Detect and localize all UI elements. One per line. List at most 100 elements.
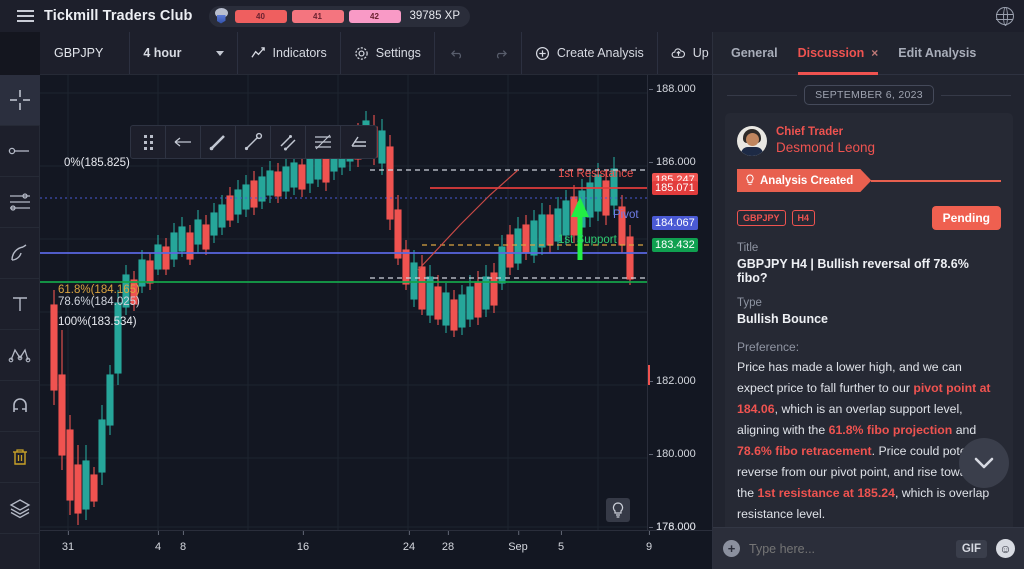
gif-button[interactable]: GIF [955, 539, 987, 558]
tab-edit-analysis[interactable]: Edit Analysis [898, 32, 976, 75]
indicator-line-icon [250, 46, 265, 58]
time-tick: 5 [557, 531, 565, 553]
title-field-label: Title [737, 242, 759, 254]
upload-label: Up [692, 46, 709, 60]
sidebar-item-remove-drawings-tool[interactable] [0, 432, 40, 483]
timeframe-label: 4 hour [143, 46, 182, 60]
bulb-glyph [612, 502, 624, 518]
sidebar-item-layers-tool[interactable] [0, 483, 40, 534]
time-tick: 24 [402, 531, 416, 553]
xp-progress-widget[interactable]: 40 41 42 39785 XP [208, 5, 471, 27]
tab-discussion[interactable]: Discussion × [797, 32, 878, 75]
parallel-lines-icon [280, 135, 296, 151]
level-badge-41: 41 [291, 9, 344, 23]
sidebar-item-crosshair-tool[interactable]: ❯ [0, 75, 50, 126]
undo-icon [450, 49, 462, 59]
close-icon[interactable]: × [871, 46, 878, 60]
price-tick: 182.000 [649, 375, 696, 387]
pivot-label: Pivot [613, 209, 639, 221]
support-price-badge: 183.432 [652, 238, 698, 252]
preference-label: Preference: [737, 340, 800, 354]
sidebar-item-text-tool[interactable] [0, 279, 40, 330]
horizontal-lines-icon [10, 193, 30, 211]
arrow-left-tool[interactable] [166, 126, 201, 158]
sidebar-item-trend-line-tool[interactable] [0, 126, 40, 177]
message-input[interactable] [749, 541, 947, 556]
add-attachment-button[interactable]: + [723, 540, 740, 557]
time-tick: 4 [154, 531, 162, 553]
undo-button[interactable] [435, 32, 480, 74]
highlighted-level: 1st resistance at 185.24 [757, 486, 895, 500]
sidebar-item-brush-tool[interactable] [0, 228, 40, 279]
tab-general-label: General [731, 46, 778, 60]
chevron-down-icon [974, 457, 994, 469]
last-price-badge: 185.071 [652, 181, 698, 195]
date-pill: SEPTEMBER 6, 2023 [804, 85, 934, 105]
trash-icon [13, 449, 27, 465]
scroll-to-bottom-button[interactable] [959, 438, 1009, 488]
trend-line-icon [8, 147, 29, 155]
time-tick: 9 [645, 531, 653, 553]
sidebar-item-magnet-tool[interactable] [0, 381, 40, 432]
redo-button[interactable] [480, 32, 522, 74]
chevron-down-icon [215, 50, 224, 56]
author-role: Chief Trader [776, 126, 844, 138]
globe-icon[interactable] [995, 6, 1014, 27]
time-axis[interactable]: 31 4 8 16 24 28 Sep 5 9 [40, 530, 712, 569]
ribbon-tail [871, 179, 1001, 182]
fib-100-label: 100%(183.534) [58, 316, 137, 328]
pitchfork-tool[interactable] [341, 126, 376, 158]
price-scale-marker [648, 365, 650, 385]
hamburger-icon[interactable] [8, 10, 42, 22]
gear-icon [355, 46, 368, 60]
plus-circle-icon [535, 46, 549, 60]
xp-total: 39785 XP [409, 10, 461, 22]
status-badge: Pending [931, 206, 1001, 230]
fib-786-label: 78.6%(184.025) [58, 296, 140, 308]
upload-cloud-icon [671, 47, 685, 58]
symbol-selector[interactable]: GBPJPY [40, 32, 131, 74]
divider-right [940, 94, 1012, 96]
sidebar-item-patterns-tool[interactable] [0, 330, 40, 381]
tab-general[interactable]: General [731, 32, 778, 75]
price-chart[interactable]: 0%(185.825) 61.8%(184.165) 78.6%(184.025… [40, 75, 712, 569]
fib-tool[interactable] [306, 126, 341, 158]
tab-discussion-label: Discussion [797, 46, 865, 60]
preference-text: Price has made a lower high, and we can … [737, 360, 999, 521]
ray-icon [244, 132, 263, 151]
price-tick: 188.000 [649, 83, 696, 95]
time-tick: 31 [61, 531, 75, 553]
drawing-float-toolbar[interactable] [130, 125, 377, 159]
panel-tabs: General Discussion × Edit Analysis [713, 32, 1024, 75]
top-bar: Tickmill Traders Club 40 41 42 39785 XP [0, 0, 1024, 32]
discussion-body[interactable]: SEPTEMBER 6, 2023 Chief Trader Desmond L… [713, 75, 1024, 534]
meta-badges: GBPJPY H4 Pending [737, 206, 1001, 230]
time-tick: Sep [508, 531, 528, 553]
crosshair-icon [10, 90, 30, 110]
type-field-label: Type [737, 297, 762, 309]
trend-line-tool[interactable] [201, 126, 236, 158]
trading-platform-window: Tickmill Traders Club 40 41 42 39785 XP … [0, 0, 1024, 569]
pivot-price-badge: 184.067 [652, 216, 698, 230]
app-brand-title: Tickmill Traders Club [44, 8, 193, 24]
text-icon [13, 297, 27, 311]
indicators-label: Indicators [272, 46, 327, 60]
price-axis[interactable]: 188.000 186.000 182.000 180.000 178.000 … [647, 75, 712, 569]
fib-lines-icon [315, 134, 331, 150]
title-field-value: GBPJPY H4 | Bullish reversal off 78.6% f… [737, 257, 969, 285]
support-label: 1st Support [558, 234, 617, 246]
author-header: Chief Trader Desmond Leong [737, 125, 1001, 156]
lightbulb-icon[interactable] [606, 498, 630, 522]
parallel-channel-tool[interactable] [271, 126, 306, 158]
timeframe-selector[interactable]: 4 hour [130, 32, 238, 74]
create-analysis-button[interactable]: Create Analysis [522, 32, 658, 74]
ray-tool[interactable] [236, 126, 271, 158]
sidebar-item-fib-retracement-tool[interactable] [0, 177, 40, 228]
smiley-icon[interactable]: ☺ [996, 539, 1015, 558]
message-composer[interactable]: + GIF ☺ [713, 527, 1024, 569]
drag-handle[interactable] [131, 126, 166, 158]
event-label: Analysis Created [760, 174, 854, 187]
chart-toolbar: GBPJPY 4 hour Indicators Settings Create… [40, 32, 723, 75]
indicators-button[interactable]: Indicators [238, 32, 341, 74]
settings-button[interactable]: Settings [341, 32, 435, 74]
